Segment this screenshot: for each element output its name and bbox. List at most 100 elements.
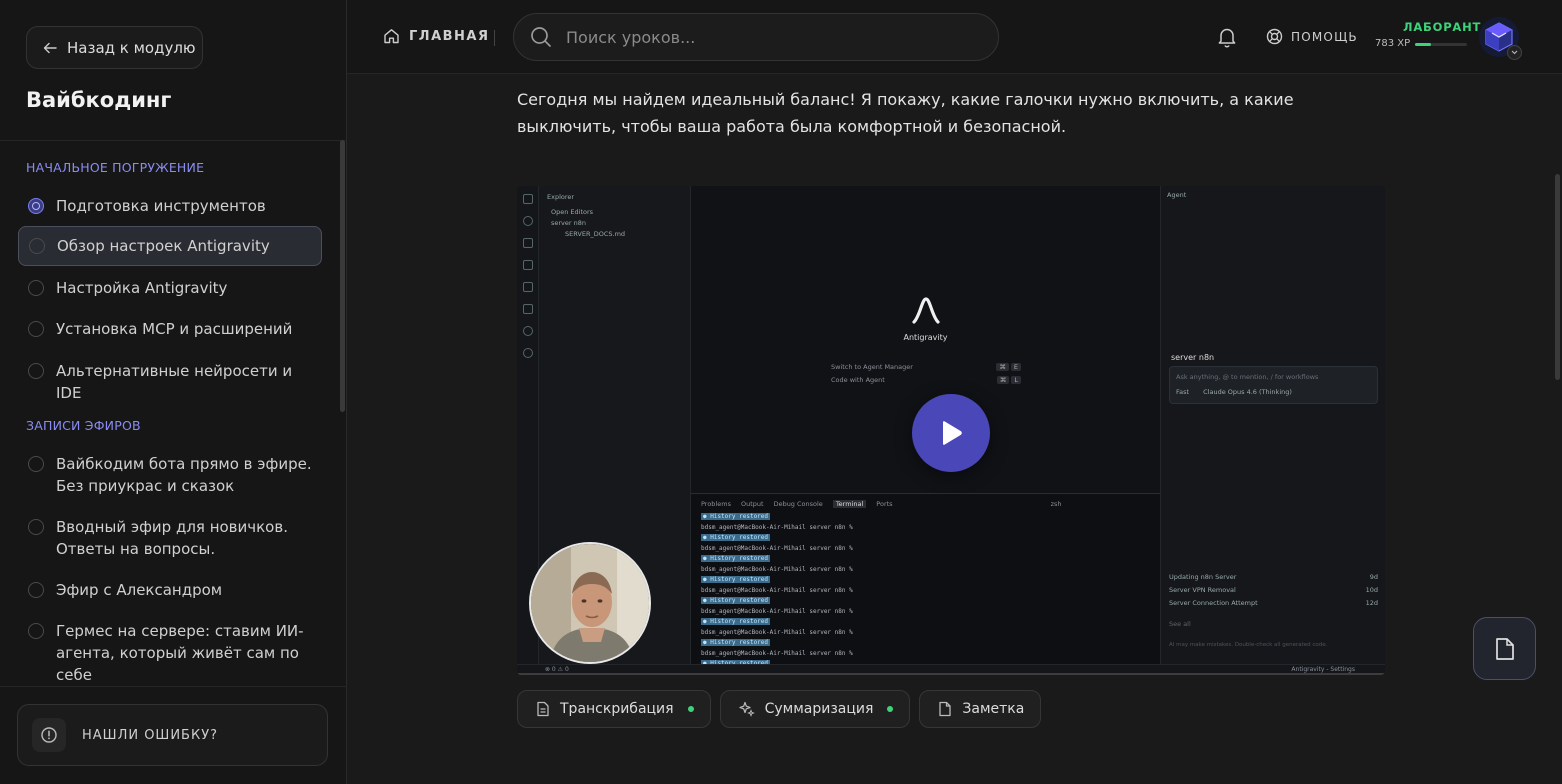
terminal-history-tag: ● History restored — [701, 597, 771, 604]
home-label: ГЛАВНАЯ — [409, 28, 490, 44]
page-scrollbar[interactable] — [1555, 174, 1560, 380]
lesson-item-antigravity-overview[interactable]: Обзор настроек Antigravity — [18, 226, 322, 266]
lesson-item-mcp[interactable]: Установка MCP и расширений — [18, 318, 322, 340]
notes-floating-button[interactable] — [1473, 617, 1536, 680]
lesson-item-tools[interactable]: Подготовка инструментов — [18, 195, 322, 217]
back-to-module-label: Назад к модулю — [67, 38, 196, 57]
section-title-intro: НАЧАЛЬНОЕ ПОГРУЖЕНИЕ — [26, 160, 205, 175]
sparkles-icon — [738, 701, 755, 717]
explorer-title: Explorer — [547, 193, 575, 201]
globe-icon — [523, 326, 533, 336]
lesson-item-alternatives[interactable]: Альтернативные нейросети и IDE — [18, 360, 322, 404]
search-bar[interactable] — [513, 13, 999, 61]
shortcut-key: L — [1011, 376, 1021, 384]
terminal-shell: zsh — [1050, 500, 1062, 508]
lesson-item-stream-alexander[interactable]: Эфир с Александром — [18, 579, 322, 601]
terminal-tab: Ports — [876, 500, 893, 508]
home-icon — [384, 29, 399, 44]
shortcut-label: Switch to Agent Manager — [831, 363, 913, 371]
lesson-label: Установка MCP и расширений — [56, 320, 293, 338]
user-xp: 783 XP — [1375, 38, 1411, 49]
agent-history-label: Updating n8n Server — [1169, 573, 1237, 581]
lesson-checkbox-icon — [28, 363, 44, 379]
sidebar: Назад к модулю Вайбкодинг НАЧАЛЬНОЕ ПОГР… — [0, 0, 347, 784]
search-input[interactable] — [566, 27, 966, 47]
terminal-tabs: Problems Output Debug Console Terminal P… — [701, 500, 1062, 508]
bell-icon — [1218, 28, 1236, 48]
lesson-done-icon — [28, 198, 44, 214]
agent-footer: AI may make mistakes. Double-check all g… — [1169, 642, 1328, 648]
terminal-history-tag: ● History restored — [701, 639, 771, 646]
agent-history-label: Server VPN Removal — [1169, 586, 1236, 594]
agent-history-time: 10d — [1365, 586, 1378, 594]
lesson-item-antigravity-setup[interactable]: Настройка Antigravity — [18, 277, 322, 299]
report-error-label: НАШЛИ ОШИБКУ? — [82, 727, 219, 743]
lesson-label: Вводный эфир для новичков. Ответы на воп… — [56, 518, 288, 558]
explorer-item: Open Editors — [551, 208, 594, 216]
video-progress-bar[interactable] — [517, 673, 1385, 675]
shortcut-row: Switch to Agent Manager ⌘ E — [831, 363, 1021, 371]
xp-progress-fill — [1415, 43, 1431, 46]
terminal-history-tag: ● History restored — [701, 513, 771, 520]
agent-history-time: 12d — [1365, 599, 1378, 607]
section-title-streams: ЗАПИСИ ЭФИРОВ — [26, 418, 141, 433]
sidebar-divider — [0, 686, 347, 687]
lesson-label: Альтернативные нейросети и IDE — [56, 362, 293, 402]
terminal-history-line: ● History restored — [701, 575, 853, 586]
terminal-history-line: ● History restored — [701, 617, 853, 628]
arrow-left-icon — [43, 42, 57, 53]
tab-label: Суммаризация — [764, 701, 874, 717]
file-icon — [1495, 637, 1514, 660]
run-icon — [523, 260, 533, 270]
tab-note[interactable]: Заметка — [919, 690, 1042, 728]
lesson-checkbox-icon — [28, 321, 44, 337]
terminal-tab: Output — [740, 500, 764, 508]
agent-history-item: Server Connection Attempt 12d — [1169, 597, 1378, 610]
report-error-button[interactable]: НАШЛИ ОШИБКУ? — [17, 704, 328, 766]
shortcut-keys: ⌘ L — [996, 376, 1021, 384]
lesson-label: Гермес на сервере: ставим ИИ-агента, кот… — [56, 622, 304, 684]
remote-icon — [523, 282, 533, 292]
terminal-prompt-line: bdsm_agent@MacBook-Air-Mihail server n8n… — [701, 565, 853, 573]
lesson-item-stream-hermes[interactable]: Гермес на сервере: ставим ИИ-агента, кот… — [18, 620, 322, 686]
header-separator — [494, 30, 495, 46]
agent-history-item: Server VPN Removal 10d — [1169, 584, 1378, 597]
help-label: ПОМОЩЬ — [1291, 29, 1358, 44]
agent-mode: Fast — [1176, 388, 1190, 396]
lesson-label: Вайбкодим бота прямо в эфире. Без приукр… — [56, 455, 312, 495]
agent-server-name: server n8n — [1171, 353, 1215, 362]
tab-summarization[interactable]: Суммаризация — [719, 690, 911, 728]
tab-label: Заметка — [962, 701, 1025, 717]
files-icon — [523, 194, 533, 204]
lesson-item-stream-beginners[interactable]: Вводный эфир для новичков. Ответы на воп… — [18, 516, 322, 560]
shortcut-row: Code with Agent ⌘ L — [831, 376, 1021, 384]
agent-history-list: Updating n8n Server 9d Server VPN Removal… — [1169, 571, 1378, 652]
terminal-history-tag: ● History restored — [701, 576, 771, 583]
terminal-history-tag: ● History restored — [701, 534, 771, 541]
tab-transcription[interactable]: Транскрибация — [517, 690, 711, 728]
home-link[interactable]: ГЛАВНАЯ — [383, 28, 490, 44]
shortcut-key: ⌘ — [996, 363, 1009, 371]
lesson-checkbox-icon — [28, 519, 44, 535]
chevron-down-icon — [1511, 50, 1518, 55]
terminal-output: ● History restored bdsm_agent@MacBook-Air… — [701, 512, 853, 670]
terminal-tab: Debug Console — [773, 500, 823, 508]
lesson-checkbox-icon — [28, 280, 44, 296]
back-to-module-button[interactable]: Назад к модулю — [26, 26, 203, 69]
agent-panel-title: Agent — [1167, 191, 1187, 199]
agent-prompt-box: Ask anything, @ to mention, / for workfl… — [1169, 366, 1378, 404]
lesson-item-stream-bot[interactable]: Вайбкодим бота прямо в эфире. Без приукр… — [18, 453, 322, 497]
top-header: ГЛАВНАЯ ПОМОЩЬ ЛАБОРАНТ 783 XP — [347, 0, 1562, 74]
video-play-button[interactable] — [912, 394, 990, 472]
agent-model: Claude Opus 4.6 (Thinking) — [1203, 388, 1292, 396]
notifications-button[interactable] — [1217, 26, 1237, 52]
shortcut-key: E — [1010, 363, 1021, 371]
help-link[interactable]: ПОМОЩЬ — [1266, 28, 1358, 45]
user-rank: ЛАБОРАНТ — [1403, 20, 1482, 34]
sidebar-scrollbar[interactable] — [340, 140, 345, 412]
play-icon — [943, 421, 962, 445]
agent-see-all: See all — [1169, 620, 1191, 628]
presenter-video-bubble — [529, 542, 651, 664]
avatar-menu-chevron[interactable] — [1507, 45, 1522, 60]
status-dot — [687, 706, 694, 712]
